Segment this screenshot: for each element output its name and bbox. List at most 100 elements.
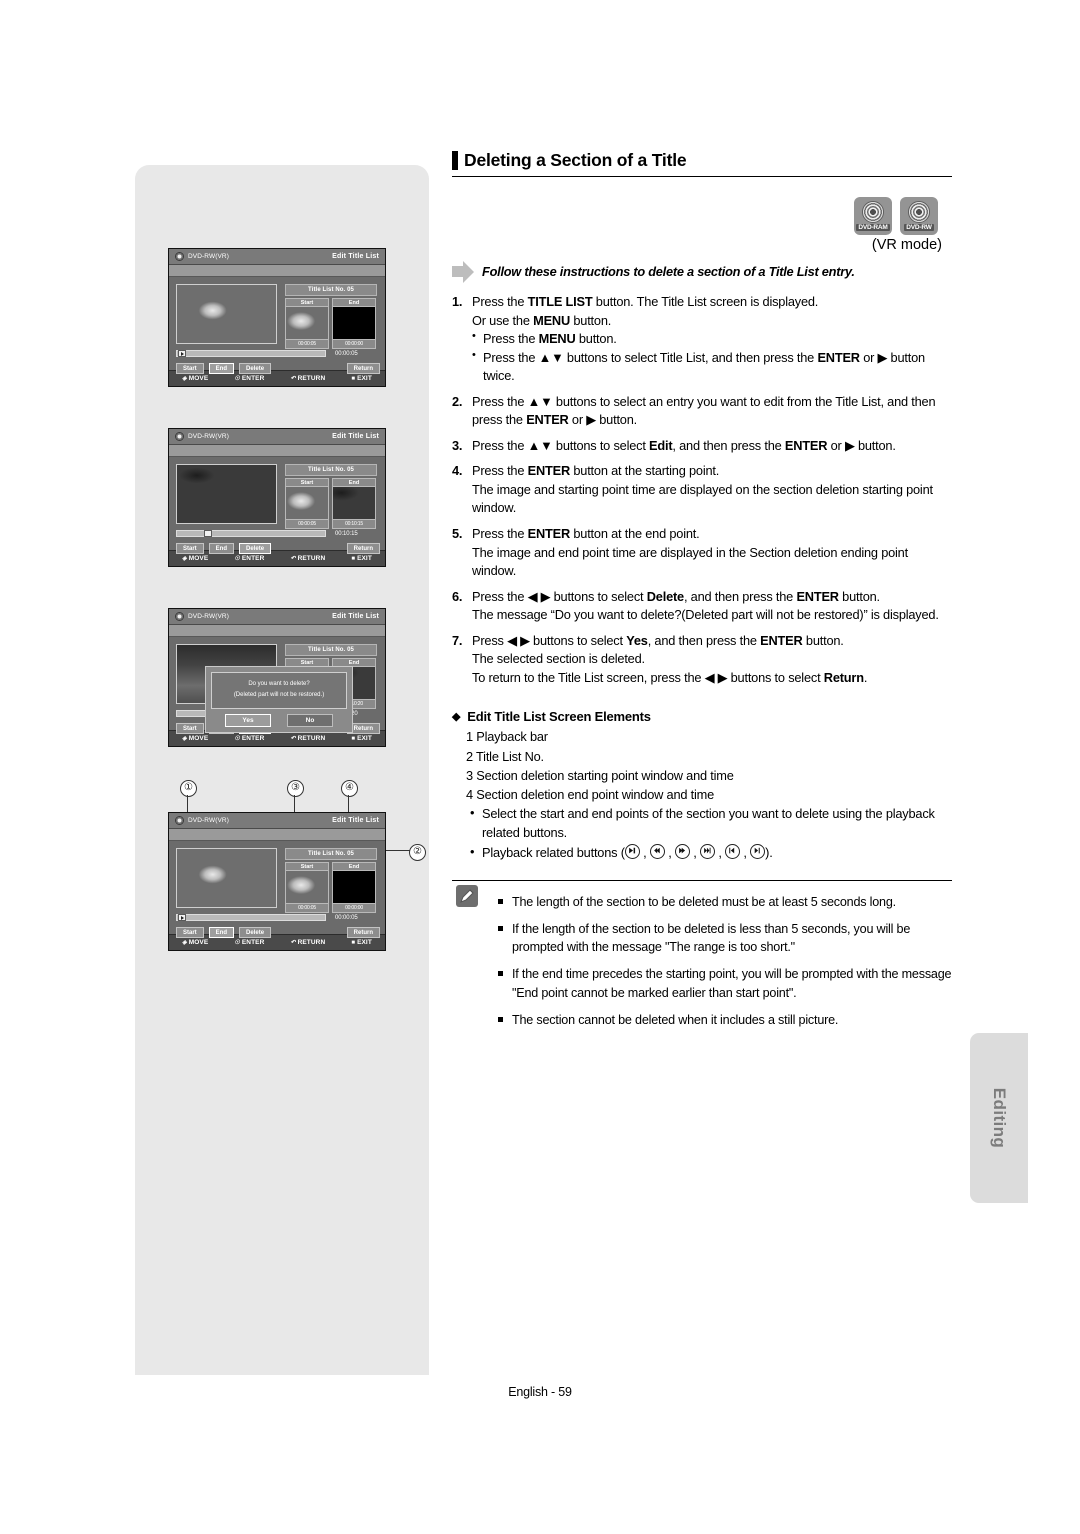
playback-buttons-label: Playback related buttons (	[482, 844, 625, 860]
dvd-ram-badge: DVD-RAM	[854, 197, 892, 235]
return-button[interactable]: Return	[346, 927, 380, 938]
step-subline: Press the ▲▼ buttons to select Title Lis…	[472, 348, 952, 386]
notes-list: The length of the section to be deleted …	[452, 893, 952, 1030]
end-point-window: End 00:00:00	[332, 862, 376, 913]
page-footer: English - 59	[508, 1385, 572, 1399]
screen-4-subbar	[169, 829, 385, 841]
step-line: Press ◀ ▶ buttons to select Yes, and the…	[472, 632, 844, 648]
end-time: 00:10:15	[332, 520, 376, 529]
main-preview-image	[176, 848, 277, 908]
start-thumbnail	[285, 871, 329, 904]
playback-knob[interactable]	[204, 530, 212, 537]
delete-button[interactable]: Delete	[239, 543, 272, 554]
end-thumbnail	[332, 307, 376, 340]
playback-bar[interactable]	[176, 530, 326, 537]
screen-2-titlebar: DVD-RW(VR) Edit Title List	[169, 429, 385, 445]
callout-4: ④	[341, 778, 358, 797]
disc-badges: DVD-RAM DVD-RW	[452, 197, 952, 235]
start-label: Start	[285, 478, 329, 487]
step-line: Press the ▲▼ buttons to select an entry …	[472, 393, 936, 428]
rewind-icon	[649, 843, 665, 859]
step-line: The image and end point time are display…	[472, 544, 908, 579]
instruction-step-6: 6. Press the ◀ ▶ buttons to select Delete…	[452, 588, 952, 625]
disc-type-label: DVD-RW(VR)	[188, 433, 229, 440]
end-time: 00:00:00	[332, 340, 376, 349]
disc-icon	[862, 201, 884, 223]
screen-2-edit-title-list: DVD-RW(VR) Edit Title List Title List No…	[168, 428, 386, 567]
start-button[interactable]: Start	[176, 723, 204, 734]
playback-time: 00:10:15	[335, 530, 358, 537]
footer-move: ◈ MOVE	[182, 555, 209, 562]
playback-knob[interactable]	[178, 350, 186, 357]
start-time: 00:00:05	[285, 904, 329, 913]
screen-1-buttons: Start End Delete Return	[176, 363, 380, 374]
footer-enter: ☉ ENTER	[234, 735, 265, 742]
start-button[interactable]: Start	[176, 543, 204, 554]
instruction-step-3: 3. Press the ▲▼ buttons to select Edit, a…	[452, 437, 952, 456]
step-line: Press the TITLE LIST button. The Title L…	[472, 294, 819, 309]
instruction-step-1: 1. Press the TITLE LIST button. The Title…	[452, 293, 952, 386]
main-preview-image	[176, 284, 277, 344]
start-label: Start	[285, 862, 329, 871]
playback-bar[interactable]	[176, 350, 326, 357]
delete-button[interactable]: Delete	[239, 927, 272, 938]
title-list-no: Title List No. 05	[285, 464, 377, 476]
disc-icon	[908, 201, 930, 223]
step-number: 6.	[452, 588, 463, 604]
delete-button[interactable]: Delete	[239, 363, 272, 374]
playback-knob[interactable]	[178, 914, 186, 921]
step-number: 5.	[452, 526, 463, 542]
instruction-steps: 1. Press the TITLE LIST button. The Title…	[452, 293, 952, 687]
disc-type-label: DVD-RW(VR)	[188, 817, 229, 824]
notes-section: The length of the section to be deleted …	[452, 879, 952, 1030]
return-button[interactable]: Return	[346, 543, 380, 554]
skip-forward-icon	[700, 843, 715, 859]
end-label: End	[332, 298, 376, 307]
start-time: 00:00:05	[285, 340, 329, 349]
note-item: If the length of the section to be delet…	[498, 920, 952, 957]
footer-move: ◈ MOVE	[182, 375, 209, 382]
screen-3-delete-confirm: DVD-RW(VR) Edit Title List Title List No…	[168, 608, 386, 747]
step-line: Press the ◀ ▶ buttons to select Delete, …	[472, 588, 880, 604]
end-button[interactable]: End	[208, 543, 235, 554]
step-number: 1.	[452, 294, 463, 309]
step-line: Press the ENTER button at the starting p…	[472, 463, 720, 479]
start-label: Start	[285, 298, 329, 307]
end-button[interactable]: End	[208, 927, 235, 938]
start-thumbnail	[285, 307, 329, 340]
instruction-step-7: 7. Press ◀ ▶ buttons to select Yes, and t…	[452, 632, 952, 688]
screen-1-titlebar: DVD-RW(VR) Edit Title List	[169, 249, 385, 265]
instruction-step-2: 2. Press the ▲▼ buttons to select an entr…	[452, 393, 952, 430]
screen-title: Edit Title List	[332, 253, 379, 260]
step-number: 3.	[452, 437, 463, 453]
footer-exit: ■ EXIT	[351, 375, 372, 382]
element-item-2: 2 Title List No.	[466, 748, 544, 764]
dialog-line-1: Do you want to delete?	[248, 681, 310, 687]
screen-4-titlebar: DVD-RW(VR) Edit Title List	[169, 813, 385, 829]
playback-buttons-suffix: ).	[765, 844, 773, 860]
step-number: 2.	[452, 393, 463, 409]
step-line: Press the ENTER button at the end point.	[472, 526, 700, 542]
start-button[interactable]: Start	[176, 363, 204, 374]
step-subline: Press the MENU button.	[472, 329, 952, 349]
dialog-no-button[interactable]: No	[287, 713, 333, 727]
playback-bar[interactable]	[176, 914, 326, 921]
dialog-yes-button[interactable]: Yes	[225, 713, 271, 727]
screen-title: Edit Title List	[332, 817, 379, 824]
step-line: To return to the Title List screen, pres…	[472, 669, 868, 685]
end-time: 00:00:00	[332, 904, 376, 913]
end-thumbnail	[332, 871, 376, 904]
disc-icon	[175, 816, 184, 825]
step-back-icon	[725, 843, 741, 859]
playback-bar-row: 00:00:05	[176, 914, 380, 921]
screen-3-titlebar: DVD-RW(VR) Edit Title List	[169, 609, 385, 625]
start-button[interactable]: Start	[176, 927, 204, 938]
title-list-no: Title List No. 05	[285, 644, 377, 656]
diamond-icon: ◆	[452, 711, 461, 724]
return-button[interactable]: Return	[346, 363, 380, 374]
page-title: Deleting a Section of a Title	[452, 150, 952, 177]
footer-enter: ☉ ENTER	[234, 375, 265, 382]
section-tab-editing: Editing	[970, 1033, 1028, 1203]
end-button[interactable]: End	[208, 363, 235, 374]
callout-2: ②	[409, 842, 426, 861]
